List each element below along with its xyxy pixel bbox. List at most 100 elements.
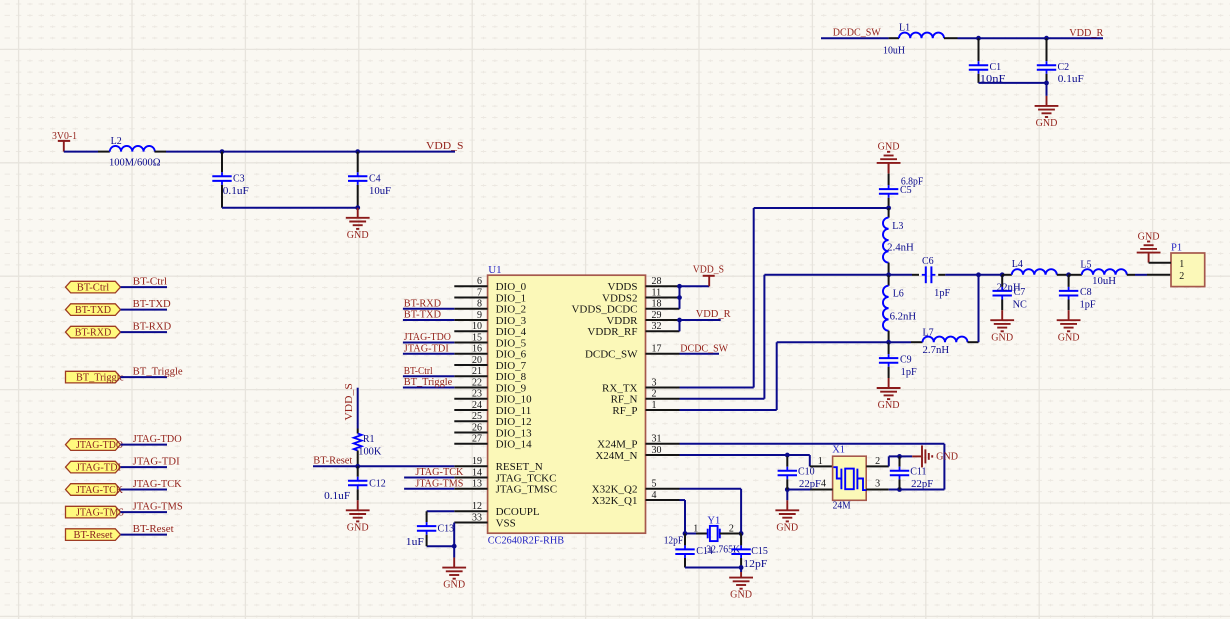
svg-text:JTAG_TMSC: JTAG_TMSC [496, 484, 557, 496]
svg-text:X1: X1 [832, 444, 845, 455]
svg-text:9: 9 [477, 310, 482, 321]
svg-text:Y1: Y1 [707, 516, 720, 527]
svg-text:27: 27 [472, 434, 482, 445]
svg-text:C13: C13 [438, 523, 455, 534]
svg-text:RF_N: RF_N [611, 394, 638, 406]
svg-text:6.2nH: 6.2nH [890, 312, 917, 323]
svg-text:BT-Reset: BT-Reset [133, 524, 174, 535]
svg-text:15: 15 [472, 332, 482, 343]
svg-text:DIO_11: DIO_11 [496, 405, 532, 417]
svg-text:C9: C9 [900, 354, 912, 365]
svg-text:VDDR: VDDR [606, 315, 638, 327]
svg-text:BT-Ctrl: BT-Ctrl [404, 366, 433, 377]
svg-text:VDD_S: VDD_S [344, 383, 355, 421]
svg-text:GND: GND [878, 400, 900, 411]
svg-text:10nF: 10nF [980, 74, 1006, 85]
svg-text:DIO_13: DIO_13 [496, 427, 533, 439]
svg-text:DIO_12: DIO_12 [496, 416, 532, 428]
svg-text:4: 4 [821, 478, 826, 489]
svg-text:L3: L3 [892, 221, 903, 232]
svg-text:10uH: 10uH [883, 46, 905, 57]
svg-text:X24M_N: X24M_N [595, 450, 637, 462]
svg-text:RESET_N: RESET_N [496, 461, 543, 473]
svg-text:17: 17 [652, 344, 662, 355]
svg-text:DIO_7: DIO_7 [496, 360, 527, 372]
svg-text:DIO_4: DIO_4 [496, 326, 527, 338]
svg-text:GND: GND [991, 332, 1013, 343]
svg-text:CC2640R2F-RHB: CC2640R2F-RHB [488, 535, 564, 547]
svg-text:X24M_P: X24M_P [597, 439, 637, 451]
svg-text:JTAG-TDI: JTAG-TDI [404, 343, 449, 354]
svg-text:C7: C7 [1014, 287, 1026, 298]
svg-text:29: 29 [652, 310, 662, 321]
svg-text:BT_Triggle: BT_Triggle [404, 377, 453, 388]
svg-text:GND: GND [776, 522, 798, 533]
svg-text:31: 31 [652, 434, 662, 445]
svg-text:DCDC_SW: DCDC_SW [833, 28, 881, 39]
svg-text:C14: C14 [696, 546, 713, 557]
svg-text:RX_TX: RX_TX [602, 382, 638, 394]
svg-text:JTAG-TCK: JTAG-TCK [76, 485, 123, 496]
svg-text:2: 2 [652, 389, 657, 400]
svg-text:C11: C11 [910, 466, 926, 477]
svg-text:GND: GND [347, 522, 369, 533]
svg-text:BT-TXD: BT-TXD [133, 299, 171, 310]
svg-text:3: 3 [652, 377, 657, 388]
svg-text:VDD_S: VDD_S [693, 264, 724, 275]
svg-text:11: 11 [652, 287, 662, 298]
svg-text:JTAG-TMS: JTAG-TMS [76, 508, 124, 519]
svg-text:C10: C10 [798, 466, 815, 477]
svg-text:13: 13 [472, 479, 482, 490]
svg-text:24M: 24M [833, 501, 852, 512]
svg-text:VDDS: VDDS [608, 281, 638, 293]
svg-text:RF_P: RF_P [612, 405, 637, 417]
svg-text:21: 21 [472, 366, 482, 377]
svg-text:NC: NC [1013, 300, 1028, 311]
svg-text:JTAG-TDO: JTAG-TDO [133, 434, 182, 445]
svg-text:12pF: 12pF [664, 536, 684, 547]
svg-text:BT-TXD: BT-TXD [404, 310, 442, 321]
svg-text:VDD_S: VDD_S [426, 141, 464, 152]
svg-text:JTAG-TCK: JTAG-TCK [415, 467, 463, 478]
svg-text:DIO_2: DIO_2 [496, 304, 527, 316]
svg-text:GND: GND [878, 142, 900, 153]
svg-text:32: 32 [652, 321, 662, 332]
svg-text:100K: 100K [358, 446, 382, 457]
svg-text:12: 12 [472, 501, 482, 512]
svg-text:VDDS_DCDC: VDDS_DCDC [571, 304, 637, 316]
svg-text:14: 14 [472, 467, 482, 478]
svg-text:2.4nH: 2.4nH [887, 243, 914, 254]
svg-text:VDDS2: VDDS2 [602, 292, 637, 304]
svg-text:C1: C1 [990, 62, 1002, 73]
svg-text:C8: C8 [1080, 287, 1092, 298]
svg-text:BT-RXD: BT-RXD [75, 328, 112, 339]
svg-text:VDD_R: VDD_R [1069, 28, 1103, 39]
svg-text:2: 2 [729, 524, 734, 535]
svg-text:2.7nH: 2.7nH [923, 345, 950, 356]
svg-text:U1: U1 [488, 264, 501, 276]
svg-text:GND: GND [1138, 231, 1160, 242]
svg-text:1pF: 1pF [1080, 300, 1096, 311]
svg-text:C5: C5 [900, 185, 912, 196]
svg-text:1pF: 1pF [901, 367, 917, 378]
svg-text:L2: L2 [111, 136, 122, 147]
svg-text:1: 1 [652, 400, 657, 411]
svg-text:1: 1 [1179, 259, 1184, 270]
svg-text:GND: GND [1036, 118, 1058, 129]
svg-text:DIO_10: DIO_10 [496, 394, 533, 406]
svg-text:DCDC_SW: DCDC_SW [680, 343, 728, 354]
svg-text:5: 5 [652, 479, 657, 490]
svg-text:DIO_9: DIO_9 [496, 382, 527, 394]
svg-text:7: 7 [477, 287, 482, 298]
svg-text:L7: L7 [923, 327, 934, 338]
svg-text:R1: R1 [363, 434, 375, 445]
svg-text:30: 30 [652, 445, 662, 456]
svg-text:JTAG-TDO: JTAG-TDO [404, 332, 451, 343]
svg-text:25: 25 [472, 411, 482, 422]
svg-text:BT_Triggle: BT_Triggle [133, 367, 183, 378]
svg-text:C4: C4 [369, 173, 381, 184]
svg-text:1pF: 1pF [934, 288, 950, 299]
svg-text:L6: L6 [893, 289, 904, 300]
svg-text:10: 10 [472, 321, 482, 332]
svg-text:4: 4 [652, 490, 657, 501]
